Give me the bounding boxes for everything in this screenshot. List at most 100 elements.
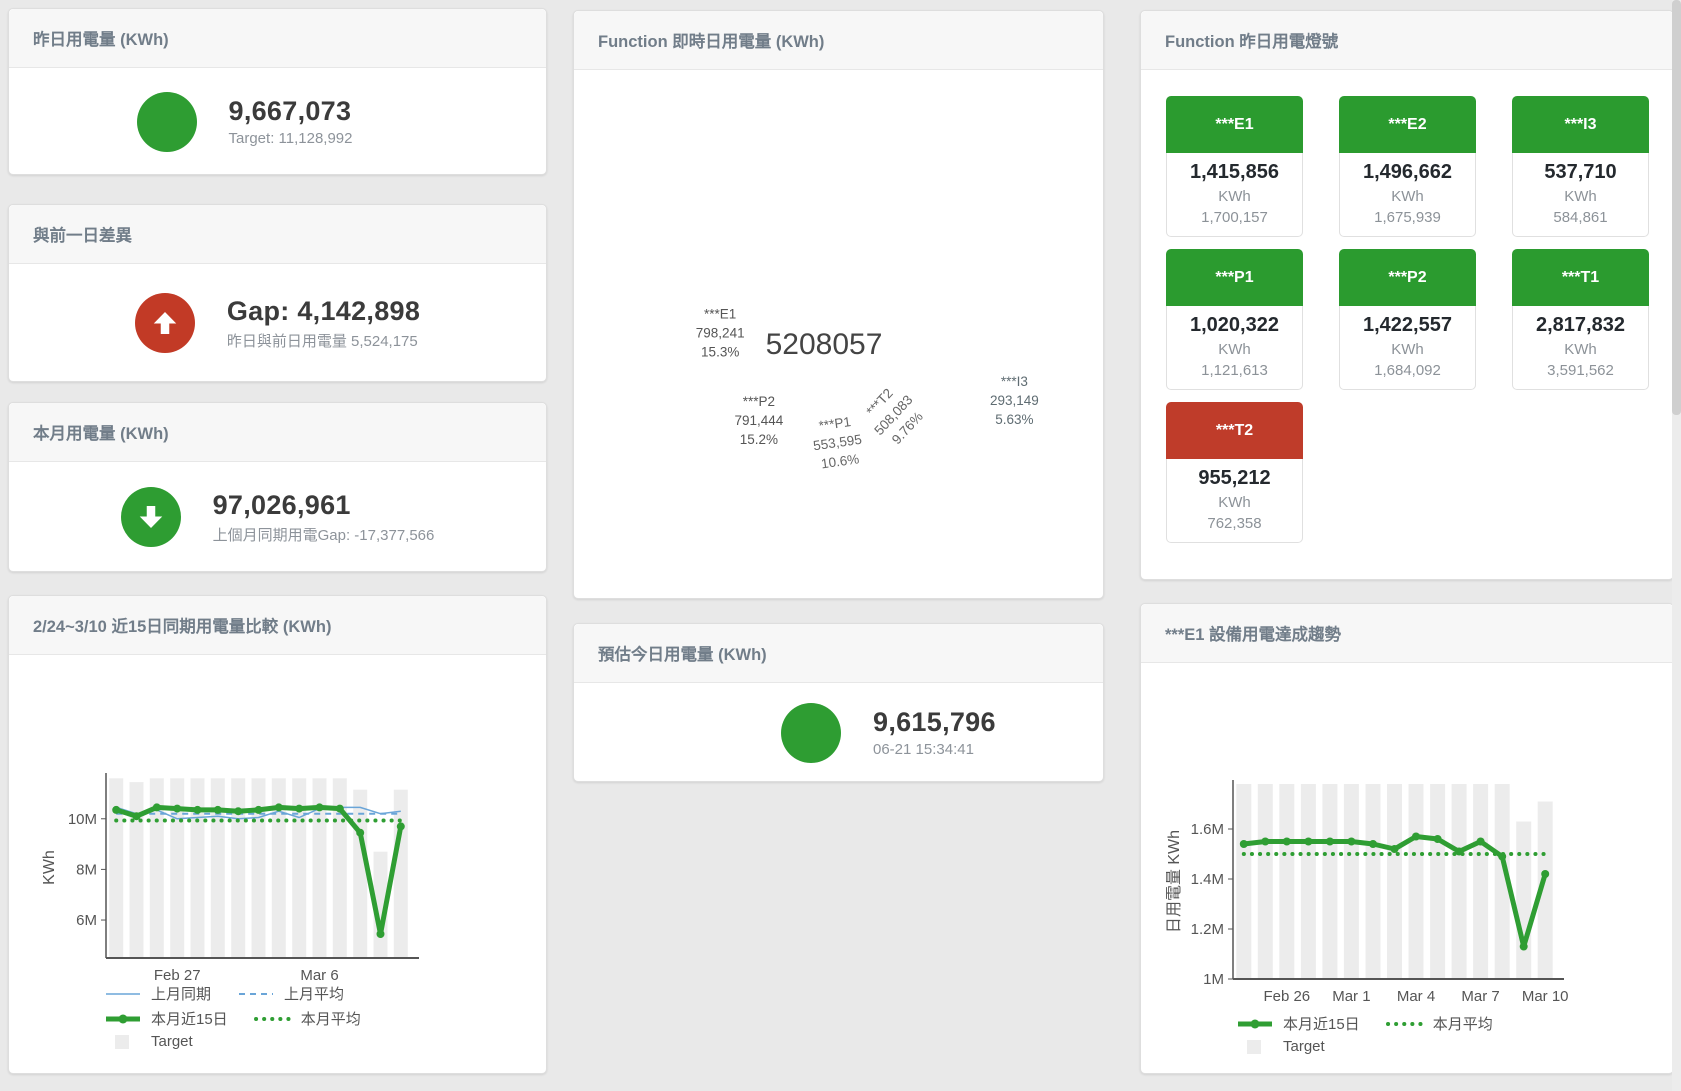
- tile-target-value: 584,861: [1513, 209, 1648, 226]
- tile-target-value: 1,121,613: [1167, 362, 1302, 379]
- legend-item[interactable]: 本月平均: [1386, 1013, 1493, 1034]
- scrollbar-track[interactable]: [1672, 0, 1681, 1091]
- tile-target-value: 1,700,157: [1167, 209, 1302, 226]
- tile-body: 955,212 KWh 762,358: [1166, 459, 1303, 543]
- tile-label: ***E2: [1339, 96, 1476, 153]
- tile-label: ***P2: [1339, 249, 1476, 306]
- svg-text:6M: 6M: [76, 912, 97, 929]
- legend-item[interactable]: 本月近15日: [1236, 1013, 1360, 1034]
- card-title-yesterday-usage: 昨日用電量 (KWh): [9, 9, 546, 68]
- tile-unit: KWh: [1513, 188, 1648, 205]
- tile-label: ***T2: [1166, 402, 1303, 459]
- card-title-e1-trend: ***E1 設備用電達成趨勢: [1141, 604, 1673, 663]
- legend-label: 本月近15日: [1283, 1013, 1360, 1034]
- donut-slice-label: ***P1553,59510.6%: [810, 413, 866, 472]
- legend-marker: [104, 987, 142, 1001]
- svg-text:Mar 7: Mar 7: [1461, 988, 1499, 1005]
- tile-value: 955,212: [1167, 467, 1302, 490]
- legend-label: 上月平均: [284, 983, 344, 1004]
- svg-text:Feb 26: Feb 26: [1263, 988, 1310, 1005]
- legend-label: Target: [1283, 1038, 1325, 1055]
- day-gap-value: Gap: 4,142,898: [227, 296, 420, 327]
- tile-unit: KWh: [1167, 494, 1302, 511]
- tile-value: 1,415,856: [1167, 161, 1302, 184]
- card-forecast-usage: 預估今日用電量 (KWh) 9,615,796 06-21 15:34:41: [573, 623, 1104, 782]
- tile-value: 537,710: [1513, 161, 1648, 184]
- tile-unit: KWh: [1340, 188, 1475, 205]
- compare-line-chart: 6M8M10MKWhFeb 27Mar 6: [9, 659, 546, 994]
- card-15day-compare-chart: 2/24~3/10 近15日同期用電量比較 (KWh) 6M8M10MKWhFe…: [8, 595, 547, 1074]
- svg-text:Mar 6: Mar 6: [300, 967, 338, 984]
- tile-body: 537,710 KWh 584,861: [1512, 153, 1649, 237]
- donut-slice-label: ***T2508,0839.76%: [857, 379, 929, 451]
- legend-item[interactable]: 上月平均: [237, 983, 344, 1004]
- legend-marker: [1236, 1040, 1274, 1054]
- light-tile-I3: ***I3537,710KWh584,861: [1512, 96, 1649, 237]
- legend-item[interactable]: 本月近15日: [104, 1008, 228, 1029]
- card-title-forecast-usage: 預估今日用電量 (KWh): [574, 624, 1103, 683]
- month-usage-value: 97,026,961: [213, 490, 435, 521]
- tile-value: 1,496,662: [1340, 161, 1475, 184]
- scrollbar-thumb[interactable]: [1672, 0, 1681, 415]
- tile-body: 1,415,856KWh1,700,157: [1166, 153, 1303, 237]
- day-gap-sub: 昨日與前日用電量 5,524,175: [227, 330, 420, 351]
- legend-item[interactable]: Target: [104, 1033, 193, 1050]
- donut-slice-label: ***P2791,44415.2%: [734, 394, 783, 447]
- legend-marker: [1386, 1017, 1424, 1031]
- legend-item[interactable]: 上月同期: [104, 983, 211, 1004]
- legend-item[interactable]: Target: [1236, 1038, 1325, 1055]
- svg-text:8M: 8M: [76, 861, 97, 878]
- card-month-usage: 本月用電量 (KWh) 97,026,961 上個月同期用電Gap: -17,3…: [8, 402, 547, 572]
- tile-label: ***E1: [1166, 96, 1303, 153]
- svg-text:1.6M: 1.6M: [1191, 821, 1224, 838]
- donut-slice-label: ***I3293,1495.63%: [990, 374, 1039, 427]
- compare-chart-legend: 上月同期 上月平均本月近15日 本月平均 Target: [104, 983, 361, 1050]
- card-title-month-usage: 本月用電量 (KWh): [9, 403, 546, 462]
- light-tile-T1: ***T12,817,832KWh3,591,562: [1512, 249, 1649, 390]
- tile-target-value: 762,358: [1167, 515, 1302, 532]
- tile-target-value: 1,684,092: [1340, 362, 1475, 379]
- svg-text:1.4M: 1.4M: [1191, 871, 1224, 888]
- legend-marker: [104, 1012, 142, 1026]
- legend-label: 本月近15日: [151, 1008, 228, 1029]
- status-circle-green: [781, 703, 841, 763]
- svg-text:Mar 4: Mar 4: [1397, 988, 1435, 1005]
- legend-marker: [104, 1035, 142, 1049]
- month-usage-gap: 上個月同期用電Gap: -17,377,566: [213, 524, 435, 545]
- arrow-down-icon: [121, 487, 181, 547]
- light-tile-T2: ***T2 955,212 KWh 762,358: [1166, 402, 1303, 543]
- status-circle-green: [137, 92, 197, 152]
- legend-label: Target: [151, 1033, 193, 1050]
- svg-text:10M: 10M: [68, 811, 97, 828]
- forecast-usage-value: 9,615,796: [873, 707, 1063, 738]
- donut-chart: ***T11,413,18327.1% ***I3293,1495.63% ***T…: [574, 69, 1103, 589]
- tile-label: ***P1: [1166, 249, 1303, 306]
- donut-slice-label: ***T11,413,18327.1%: [872, 245, 932, 298]
- tile-body: 1,020,322 KWh 1,121,613: [1166, 306, 1303, 390]
- tile-body: 1,496,662KWh1,675,939: [1339, 153, 1476, 237]
- light-tile-E2: ***E21,496,662KWh1,675,939: [1339, 96, 1476, 237]
- donut-slice-label: ***E2850,36216.3%: [749, 222, 798, 275]
- light-tile-P2: ***P21,422,557KWh1,684,092: [1339, 249, 1476, 390]
- tile-unit: KWh: [1340, 341, 1475, 358]
- legend-item[interactable]: 本月平均: [254, 1008, 361, 1029]
- tile-body: 1,422,557KWh1,684,092: [1339, 306, 1476, 390]
- legend-label: 上月同期: [151, 983, 211, 1004]
- card-yesterday-usage: 昨日用電量 (KWh) 9,667,073 Target: 11,128,992: [8, 8, 547, 175]
- legend-marker: [254, 1012, 292, 1026]
- tile-value: 1,020,322: [1167, 314, 1302, 337]
- svg-text:1M: 1M: [1203, 971, 1224, 988]
- tile-unit: KWh: [1167, 341, 1302, 358]
- legend-label: 本月平均: [301, 1008, 361, 1029]
- card-title-realtime-usage: Function 即時日用電量 (KWh): [574, 11, 1103, 70]
- card-e1-trend-chart: ***E1 設備用電達成趨勢 1M1.2M1.4M1.6M日用電量 KWhFeb…: [1140, 603, 1674, 1074]
- donut-slice-label: ***E1798,24115.3%: [696, 306, 745, 359]
- card-title-day-gap: 與前一日差異: [9, 205, 546, 264]
- legend-label: 本月平均: [1433, 1013, 1493, 1034]
- tile-value: 2,817,832: [1513, 314, 1648, 337]
- tile-target-value: 3,591,562: [1513, 362, 1648, 379]
- arrow-up-icon: [135, 293, 195, 353]
- svg-text:Feb 27: Feb 27: [154, 967, 201, 984]
- legend-marker: [237, 987, 275, 1001]
- legend-marker: [1236, 1017, 1274, 1031]
